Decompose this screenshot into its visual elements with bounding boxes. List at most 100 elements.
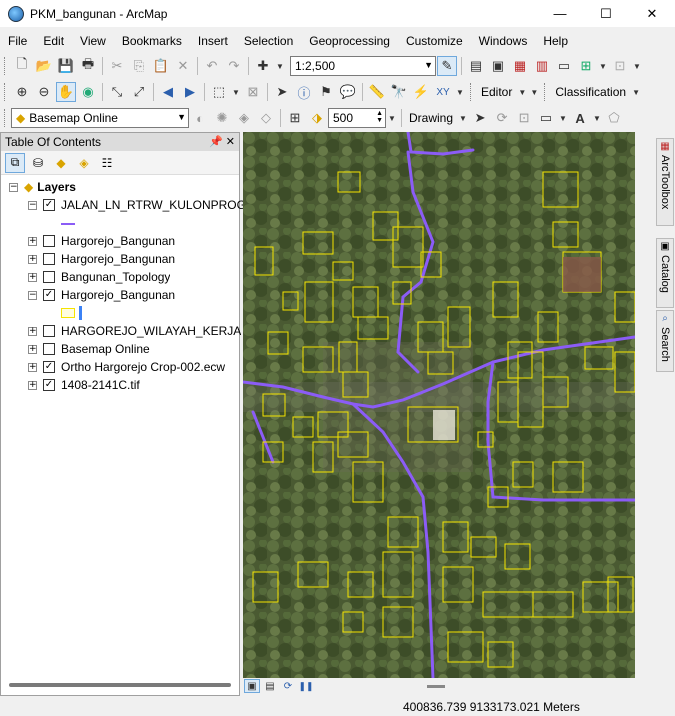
layer-row[interactable]: − ✓ Hargorejo_Bangunan <box>28 286 175 304</box>
menu-help[interactable]: Help <box>535 34 576 48</box>
search-window-icon[interactable]: ▥ <box>532 56 552 76</box>
pause-icon[interactable]: ❚❚ <box>298 679 314 693</box>
html-popup-icon[interactable]: 💬 <box>338 82 358 102</box>
expand-icon[interactable]: + <box>28 326 37 336</box>
georeference-icon[interactable]: ⊡ <box>610 56 630 76</box>
classification-menu[interactable]: Classification <box>555 85 626 99</box>
list-by-source-icon[interactable]: ⛁ <box>28 153 48 173</box>
expand-icon[interactable]: + <box>28 344 37 354</box>
classification-dropdown-icon[interactable]: ▼ <box>631 82 641 102</box>
menu-customize[interactable]: Customize <box>398 34 471 48</box>
select-elements-icon[interactable]: ➤ <box>272 82 292 102</box>
catalog-window-icon[interactable]: ▣ <box>488 56 508 76</box>
layer-visibility-checkbox[interactable]: ✓ <box>43 289 55 301</box>
editor-menu[interactable]: Editor <box>481 85 512 99</box>
map-view[interactable] <box>243 132 635 678</box>
layer-row[interactable]: + HARGOREJO_WILAYAH_KERJA <box>28 322 241 340</box>
expand-icon[interactable]: + <box>28 380 37 390</box>
toolbar-options-icon[interactable]: ▼ <box>598 56 608 76</box>
find-icon[interactable]: ⚑ <box>316 82 336 102</box>
toolbar-options-icon[interactable]: ▼ <box>529 82 539 102</box>
text-dropdown-icon[interactable]: ▼ <box>592 108 602 128</box>
menu-selection[interactable]: Selection <box>236 34 301 48</box>
transparency-icon[interactable]: ◈ <box>234 108 254 128</box>
open-folder-icon[interactable]: 📂 <box>34 56 54 76</box>
layer-visibility-checkbox[interactable] <box>43 343 55 355</box>
list-by-selection-icon[interactable]: ◈ <box>74 153 94 173</box>
delete-icon[interactable]: ✕ <box>173 56 193 76</box>
search-tab[interactable]: ⌕ Search <box>656 310 674 372</box>
text-tool-icon[interactable]: A <box>570 108 590 128</box>
full-extent-icon[interactable]: ◉ <box>78 82 98 102</box>
python-icon[interactable]: ▭ <box>554 56 574 76</box>
rectangle-icon[interactable]: ▭ <box>536 108 556 128</box>
forward-extent-icon[interactable]: ▶ <box>180 82 200 102</box>
pin-icon[interactable]: 📌 <box>209 136 223 148</box>
edit-vertices-icon[interactable]: ⬠ <box>604 108 624 128</box>
editor-dropdown-icon[interactable]: ▼ <box>517 82 527 102</box>
layer-row[interactable]: + ✓ 1408-2141C.tif <box>28 376 140 394</box>
layer-row[interactable]: + Bangunan_Topology <box>28 268 170 286</box>
tag-icon[interactable]: ⬗ <box>307 108 327 128</box>
data-view-icon[interactable]: ▣ <box>244 679 260 693</box>
menu-view[interactable]: View <box>72 34 114 48</box>
table-icon[interactable]: ▤ <box>466 56 486 76</box>
toolbar-grip[interactable] <box>544 83 548 101</box>
select-features-icon[interactable]: ⬚ <box>209 82 229 102</box>
layout-view-icon[interactable]: ▤ <box>262 679 278 693</box>
expand-icon[interactable]: + <box>28 362 37 372</box>
layer-visibility-checkbox[interactable] <box>43 271 55 283</box>
layer-visibility-checkbox[interactable]: ✓ <box>43 361 55 373</box>
collapse-icon[interactable]: − <box>28 200 37 210</box>
hyperlink-icon[interactable]: ⚡ <box>411 82 431 102</box>
zoom-to-selected-icon[interactable]: ⊡ <box>514 108 534 128</box>
layer-visibility-checkbox[interactable]: ✓ <box>43 379 55 391</box>
undo-icon[interactable]: ↶ <box>202 56 222 76</box>
toolbar-options-icon[interactable]: ▼ <box>387 108 397 128</box>
maximize-button[interactable]: ☐ <box>583 0 629 27</box>
basemap-layer-combo[interactable]: ◆ Basemap Online ▼ <box>11 108 189 128</box>
dropdown-icon[interactable]: ▼ <box>632 56 642 76</box>
list-by-visibility-icon[interactable]: ◆ <box>51 153 71 173</box>
select-dropdown-icon[interactable]: ▼ <box>231 82 241 102</box>
close-button[interactable]: ✕ <box>629 0 675 27</box>
menu-file[interactable]: File <box>0 34 35 48</box>
select-pointer-icon[interactable]: ➤ <box>470 108 490 128</box>
identify-icon[interactable]: ⓘ <box>294 82 314 102</box>
menu-insert[interactable]: Insert <box>190 34 236 48</box>
copy-icon[interactable]: ⎘ <box>129 56 149 76</box>
save-icon[interactable]: 💾 <box>56 56 76 76</box>
toolbar-grip[interactable] <box>4 57 8 75</box>
layers-root[interactable]: − ◆ Layers <box>9 178 76 196</box>
layer-row[interactable]: + Hargorejo_Bangunan <box>28 232 175 250</box>
layer-row[interactable]: − ✓ JALAN_LN_RTRW_KULONPROGO <box>28 196 255 214</box>
drawing-menu[interactable]: Drawing <box>409 111 453 125</box>
binoculars-icon[interactable]: 🔭 <box>389 82 409 102</box>
scale-combo[interactable]: 1:2,500 ▼ <box>290 56 436 76</box>
menu-edit[interactable]: Edit <box>35 34 72 48</box>
fixed-zoom-in-icon[interactable]: ⤡ <box>107 82 127 102</box>
zoom-in-icon[interactable]: ⊕ <box>12 82 32 102</box>
cut-icon[interactable]: ✂ <box>107 56 127 76</box>
catalog-tab[interactable]: ▣ Catalog <box>656 238 674 308</box>
toc-horizontal-scrollbar[interactable] <box>9 683 231 687</box>
toolbar-grip[interactable] <box>470 83 474 101</box>
layer-row[interactable]: + Hargorejo_Bangunan <box>28 250 175 268</box>
calculator-icon[interactable]: ⊞ <box>285 108 305 128</box>
count-spinner[interactable]: 500 ▲ ▼ <box>328 108 386 128</box>
expand-icon[interactable]: + <box>28 272 37 282</box>
new-document-icon[interactable]: 🗋 <box>12 56 32 76</box>
menu-geoprocessing[interactable]: Geoprocessing <box>301 34 398 48</box>
minimize-button[interactable]: — <box>537 0 583 27</box>
add-data-dropdown-icon[interactable]: ▼ <box>275 56 285 76</box>
contrast-icon[interactable]: ◐ <box>190 108 210 128</box>
print-icon[interactable]: 🖶 <box>78 56 98 76</box>
measure-icon[interactable]: 📏 <box>367 82 387 102</box>
expand-icon[interactable]: + <box>28 236 37 246</box>
rotate-icon[interactable]: ⟳ <box>492 108 512 128</box>
back-extent-icon[interactable]: ◀ <box>158 82 178 102</box>
layer-row[interactable]: + Basemap Online <box>28 340 150 358</box>
toolbar-options-icon[interactable]: ▼ <box>455 82 465 102</box>
list-by-drawing-order-icon[interactable]: ⧉ <box>5 152 25 173</box>
model-builder-icon[interactable]: ⊞ <box>576 56 596 76</box>
